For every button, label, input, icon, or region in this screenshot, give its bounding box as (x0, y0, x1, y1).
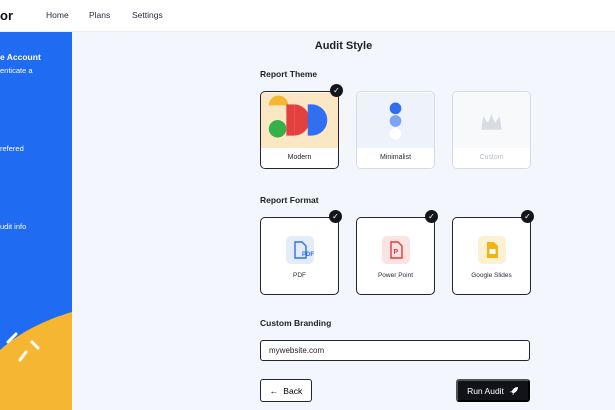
run-audit-button-label: Run Audit (467, 385, 504, 396)
svg-text:P: P (394, 249, 399, 256)
pdf-file-icon: PDF (286, 236, 314, 264)
branding-url-input[interactable] (260, 340, 530, 361)
format-card-label: Google Slides (471, 272, 512, 279)
modern-theme-preview (261, 92, 338, 150)
report-theme-label: Report Theme (260, 69, 318, 79)
decorative-wave (0, 312, 72, 410)
step-subtitle: enticate a (0, 66, 33, 75)
step-preferences: refered (0, 144, 24, 153)
svg-text:PDF: PDF (302, 252, 314, 258)
check-icon: ✓ (329, 210, 342, 223)
theme-card-minimalist[interactable]: Minimalist (356, 91, 435, 169)
crown-icon (453, 92, 530, 150)
run-audit-button[interactable]: Run Audit (456, 379, 530, 402)
custom-branding-label: Custom Branding (260, 318, 332, 328)
report-format-label: Report Format (260, 195, 319, 205)
brand-logo-text[interactable]: or (0, 8, 13, 23)
minimalist-theme-preview (357, 92, 434, 150)
back-button[interactable]: ← Back (260, 379, 312, 402)
format-card-google-slides[interactable]: Google Slides (452, 217, 531, 295)
main-content: Audit Style Report Theme Modern Minimali… (72, 32, 615, 410)
arrow-left-icon: ← (269, 385, 279, 396)
theme-card-label: Custom (453, 148, 530, 168)
theme-card-modern[interactable]: Modern (260, 91, 339, 169)
format-card-pdf[interactable]: PDF PDF (260, 217, 339, 295)
onboarding-side-panel: e Account enticate a refered udit info (0, 32, 72, 410)
powerpoint-file-icon: P (382, 236, 410, 264)
google-slides-icon (478, 236, 506, 264)
rocket-icon (509, 386, 518, 395)
format-card-powerpoint[interactable]: P Power Point (356, 217, 435, 295)
step-audit-info: udit info (0, 222, 27, 231)
theme-card-custom[interactable]: Custom (452, 91, 531, 169)
check-icon: ✓ (330, 84, 343, 97)
format-card-label: PDF (293, 272, 306, 279)
format-card-label: Power Point (377, 272, 414, 279)
check-icon: ✓ (425, 210, 438, 223)
nav-link-settings[interactable]: Settings (132, 10, 163, 20)
check-icon: ✓ (521, 210, 534, 223)
nav-link-plans[interactable]: Plans (89, 10, 110, 20)
top-nav-bar: or Home Plans Settings (0, 0, 615, 32)
page-title: Audit Style (314, 40, 373, 52)
step-title-create-account: e Account (0, 52, 41, 62)
theme-card-label: Modern (261, 148, 338, 168)
theme-card-label: Minimalist (357, 148, 434, 168)
nav-link-home[interactable]: Home (46, 10, 69, 20)
back-button-label: Back (283, 385, 303, 396)
